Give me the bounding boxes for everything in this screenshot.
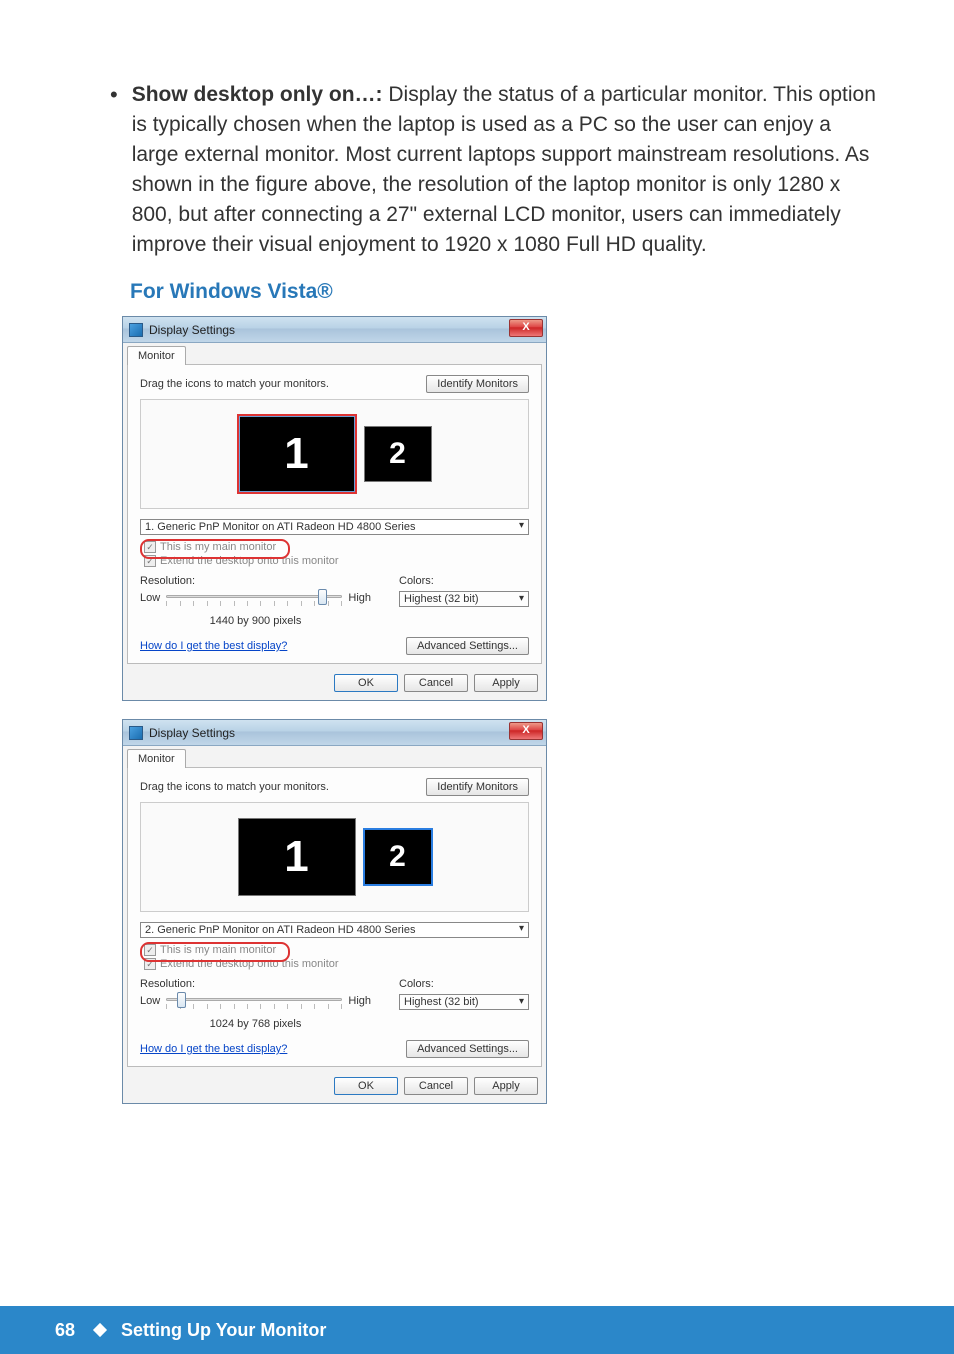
apply-button[interactable]: Apply	[474, 674, 538, 692]
main-monitor-checkbox-row: ✓ This is my main monitor	[144, 541, 529, 553]
extend-desktop-checkbox-row: ✓ Extend the desktop onto this monitor	[144, 958, 529, 970]
slider-low-label: Low	[140, 995, 160, 1007]
display-settings-dialog-2: Display Settings X Monitor Drag the icon…	[122, 719, 547, 1104]
slider-high-label: High	[348, 592, 371, 604]
paragraph-rest: Display the status of a particular monit…	[132, 83, 876, 256]
main-monitor-checkbox[interactable]: ✓	[144, 541, 156, 553]
help-link[interactable]: How do I get the best display?	[140, 1043, 287, 1055]
resolution-value: 1440 by 900 pixels	[140, 615, 371, 627]
tab-strip: Monitor	[123, 343, 546, 365]
main-monitor-checkbox[interactable]: ✓	[144, 944, 156, 956]
help-link[interactable]: How do I get the best display?	[140, 640, 287, 652]
paragraph-lead: Show desktop only on…:	[132, 83, 383, 106]
extend-desktop-label: Extend the desktop onto this monitor	[160, 958, 339, 970]
extend-desktop-checkbox[interactable]: ✓	[144, 958, 156, 970]
tab-strip: Monitor	[123, 746, 546, 768]
colors-dropdown[interactable]: Highest (32 bit)	[399, 994, 529, 1010]
resolution-slider[interactable]	[166, 591, 342, 605]
page-footer: 68 Setting Up Your Monitor	[0, 1306, 954, 1354]
extend-desktop-checkbox-row: ✓ Extend the desktop onto this monitor	[144, 555, 529, 567]
bullet-dot: •	[110, 80, 118, 260]
main-monitor-checkbox-row: ✓ This is my main monitor	[144, 944, 529, 956]
slider-thumb[interactable]	[177, 992, 186, 1008]
monitor-icon-1[interactable]: 1	[238, 415, 356, 493]
cancel-button[interactable]: Cancel	[404, 1077, 468, 1095]
monitor-icon-1[interactable]: 1	[238, 818, 356, 896]
app-icon	[129, 726, 143, 740]
colors-label: Colors:	[399, 978, 529, 990]
titlebar[interactable]: Display Settings X	[123, 317, 546, 343]
resolution-value: 1024 by 768 pixels	[140, 1018, 371, 1030]
page-number: 68	[55, 1320, 75, 1341]
monitor-icon-2[interactable]: 2	[364, 426, 432, 482]
extend-desktop-checkbox[interactable]: ✓	[144, 555, 156, 567]
display-settings-dialog-1: Display Settings X Monitor Drag the icon…	[122, 316, 547, 701]
instruction-text: Drag the icons to match your monitors.	[140, 781, 329, 793]
advanced-settings-button[interactable]: Advanced Settings...	[406, 1040, 529, 1058]
colors-label: Colors:	[399, 575, 529, 587]
bullet-item: • Show desktop only on…: Display the sta…	[110, 80, 879, 260]
monitor-arrangement-canvas[interactable]: 1 2	[140, 399, 529, 509]
dialog-buttons: OK Cancel Apply	[123, 1071, 546, 1103]
slider-low-label: Low	[140, 592, 160, 604]
instruction-text: Drag the icons to match your monitors.	[140, 378, 329, 390]
resolution-label: Resolution:	[140, 978, 371, 990]
footer-diamond-icon	[93, 1323, 107, 1337]
window-title: Display Settings	[149, 726, 235, 740]
identify-monitors-button[interactable]: Identify Monitors	[426, 375, 529, 393]
resolution-label: Resolution:	[140, 575, 371, 587]
titlebar[interactable]: Display Settings X	[123, 720, 546, 746]
monitor-icon-2[interactable]: 2	[364, 829, 432, 885]
extend-desktop-label: Extend the desktop onto this monitor	[160, 555, 339, 567]
close-button[interactable]: X	[509, 722, 543, 740]
section-heading: For Windows Vista®	[130, 280, 879, 304]
monitor-dropdown[interactable]: 1. Generic PnP Monitor on ATI Radeon HD …	[140, 519, 529, 535]
identify-monitors-button[interactable]: Identify Monitors	[426, 778, 529, 796]
slider-thumb[interactable]	[318, 589, 327, 605]
apply-button[interactable]: Apply	[474, 1077, 538, 1095]
main-monitor-label: This is my main monitor	[160, 944, 276, 956]
monitor-dropdown[interactable]: 2. Generic PnP Monitor on ATI Radeon HD …	[140, 922, 529, 938]
window-title: Display Settings	[149, 323, 235, 337]
ok-button[interactable]: OK	[334, 1077, 398, 1095]
tab-body: Drag the icons to match your monitors. I…	[127, 364, 542, 664]
main-monitor-label: This is my main monitor	[160, 541, 276, 553]
footer-section-title: Setting Up Your Monitor	[121, 1320, 326, 1341]
dialog-buttons: OK Cancel Apply	[123, 668, 546, 700]
tab-body: Drag the icons to match your monitors. I…	[127, 767, 542, 1067]
body-paragraph: Show desktop only on…: Display the statu…	[132, 80, 879, 260]
close-button[interactable]: X	[509, 319, 543, 337]
app-icon	[129, 323, 143, 337]
ok-button[interactable]: OK	[334, 674, 398, 692]
tab-monitor[interactable]: Monitor	[127, 346, 186, 365]
advanced-settings-button[interactable]: Advanced Settings...	[406, 637, 529, 655]
monitor-arrangement-canvas[interactable]: 1 2	[140, 802, 529, 912]
tab-monitor[interactable]: Monitor	[127, 749, 186, 768]
resolution-slider[interactable]	[166, 994, 342, 1008]
cancel-button[interactable]: Cancel	[404, 674, 468, 692]
colors-dropdown[interactable]: Highest (32 bit)	[399, 591, 529, 607]
slider-high-label: High	[348, 995, 371, 1007]
